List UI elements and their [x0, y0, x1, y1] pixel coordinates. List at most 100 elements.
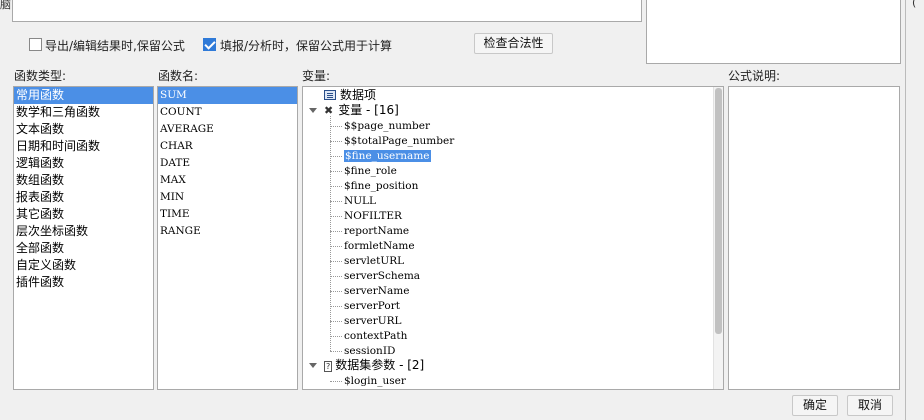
tree-connector	[330, 306, 342, 307]
fill-keep-formula-checkbox[interactable]	[203, 38, 216, 51]
func-type-list[interactable]: 常用函数 数学和三角函数 文本函数 日期和时间函数 逻辑函数 数组函数 报表函数 其它函数 层次…	[13, 86, 154, 390]
func-type-label: 函数类型:	[14, 69, 67, 83]
tree-connector	[330, 141, 342, 142]
func-name-item[interactable]: CHAR	[158, 138, 297, 155]
tree-node-label: NULL	[344, 195, 376, 207]
func-type-item[interactable]: 插件函数	[14, 274, 153, 291]
tree-dataset-param-item[interactable]: $login_user	[344, 373, 406, 388]
tree-node-label: servletURL	[344, 255, 405, 267]
tree-connector	[330, 381, 342, 382]
tree-variable-item[interactable]: serverSchema	[344, 268, 420, 283]
tree-node-label: contextPath	[344, 330, 408, 342]
func-name-label: 函数名:	[158, 69, 199, 83]
tree-scrollbar[interactable]	[713, 87, 723, 389]
tree-connector	[330, 231, 342, 232]
func-type-item[interactable]: 其它函数	[14, 206, 153, 223]
func-name-item[interactable]: SUM	[158, 87, 297, 104]
func-name-item[interactable]: RANGE	[158, 223, 297, 240]
top-right-edge-glyph: (	[912, 0, 917, 9]
tree-connector	[330, 261, 342, 262]
tree-node-label: $$page_number	[344, 120, 430, 132]
tree-node-label: serverSchema	[344, 270, 421, 282]
func-type-item[interactable]: 日期和时间函数	[14, 138, 153, 155]
tree-data-item[interactable]: 数据项	[324, 88, 376, 103]
tree-connector	[330, 186, 342, 187]
func-type-item[interactable]: 报表函数	[14, 189, 153, 206]
tree-variable-item[interactable]: serverName	[344, 283, 409, 298]
func-type-item[interactable]: 常用函数	[14, 87, 153, 104]
tree-connector	[330, 351, 342, 352]
tree-node-label: $fine_username	[344, 150, 431, 162]
func-name-item[interactable]: DATE	[158, 155, 297, 172]
tree-variable-item[interactable]: reportName	[344, 223, 409, 238]
func-name-list[interactable]: SUM COUNT AVERAGE CHAR DATE MAX MIN TIME RANGE	[157, 86, 298, 390]
func-name-item[interactable]: AVERAGE	[158, 121, 297, 138]
tree-node-label: $fine_role	[344, 165, 397, 177]
description-preview-box	[646, 0, 901, 64]
tree-node-label: formletName	[344, 240, 415, 252]
tree-variable-item[interactable]: $$totalPage_number	[344, 133, 454, 148]
export-keep-formula-checkbox[interactable]	[29, 38, 42, 51]
data-item-icon	[324, 90, 336, 100]
chevron-down-icon[interactable]	[309, 108, 317, 113]
ok-button[interactable]: 确定	[792, 395, 838, 416]
fill-keep-formula-label[interactable]: 填报/分析时，保留公式用于计算	[220, 37, 392, 54]
tree-node-label: NOFILTER	[344, 210, 402, 222]
func-name-item[interactable]: MIN	[158, 189, 297, 206]
tree-node-label: 数据集参数 - [2]	[335, 358, 425, 372]
func-type-item[interactable]: 全部函数	[14, 240, 153, 257]
tree-connector	[330, 156, 342, 157]
tree-node-label: reportName	[344, 225, 410, 237]
check-validity-button[interactable]: 检查合法性	[474, 33, 553, 54]
func-type-item[interactable]: 文本函数	[14, 121, 153, 138]
tree-connector	[330, 126, 342, 127]
func-name-item[interactable]: COUNT	[158, 104, 297, 121]
tree-node-label: $login_user	[344, 375, 406, 387]
description-panel	[728, 86, 900, 390]
func-name-item[interactable]: MAX	[158, 172, 297, 189]
tree-node-label: 变量 - [16]	[338, 103, 399, 117]
tree-variable-item[interactable]: serverURL	[344, 313, 402, 328]
func-type-item[interactable]: 数学和三角函数	[14, 104, 153, 121]
tree-variable-item[interactable]: $fine_role	[344, 163, 397, 178]
tree-variable-item[interactable]: formletName	[344, 238, 415, 253]
tree-variable-item[interactable]: serverPort	[344, 298, 400, 313]
tree-variable-item[interactable]: $fine_username	[344, 148, 431, 163]
tree-variable-item[interactable]: sessionID	[344, 343, 395, 358]
tree-variables-group[interactable]: ✖ 变量 - [16]	[309, 103, 399, 118]
formula-editor[interactable]	[12, 0, 642, 22]
tree-connector	[330, 246, 342, 247]
top-left-edge-glyph: 脑	[0, 0, 11, 11]
tree-variable-item[interactable]: NOFILTER	[344, 208, 402, 223]
func-type-item[interactable]: 逻辑函数	[14, 155, 153, 172]
tree-connector	[330, 216, 342, 217]
tree-node-label: $$totalPage_number	[344, 135, 455, 147]
tree-node-label: sessionID	[344, 345, 396, 357]
tree-connector	[330, 171, 342, 172]
chevron-down-icon[interactable]	[309, 363, 317, 368]
export-keep-formula-label[interactable]: 导出/编辑结果时,保留公式	[45, 37, 185, 54]
description-label: 公式说明:	[728, 69, 781, 83]
tree-variable-item[interactable]: contextPath	[344, 328, 407, 343]
tree-connector	[330, 276, 342, 277]
func-name-item[interactable]: TIME	[158, 206, 297, 223]
func-type-item[interactable]: 自定义函数	[14, 257, 153, 274]
dataset-param-icon: ?	[324, 361, 333, 372]
func-type-item[interactable]: 数组函数	[14, 172, 153, 189]
tree-variable-item[interactable]: $$page_number	[344, 118, 430, 133]
tree-variable-item[interactable]: $fine_position	[344, 178, 418, 193]
tree-connector	[330, 201, 342, 202]
tree-node-label: 数据项	[340, 88, 377, 102]
variable-tree[interactable]: 数据项 ✖ 变量 - [16] $$page_number $$totalPage_nu…	[302, 86, 724, 390]
tree-dataset-group[interactable]: ? 数据集参数 - [2]	[309, 358, 424, 373]
tree-scrollbar-thumb[interactable]	[715, 88, 722, 334]
right-edge-divider	[905, 0, 906, 420]
cancel-button[interactable]: 取消	[847, 395, 893, 416]
tree-node-label: $fine_position	[344, 180, 419, 192]
tree-variable-item[interactable]: NULL	[344, 193, 376, 208]
variable-label: 变量:	[302, 69, 331, 83]
tree-variable-item[interactable]: servletURL	[344, 253, 404, 268]
variable-group-icon: ✖	[324, 104, 334, 117]
func-type-item[interactable]: 层次坐标函数	[14, 223, 153, 240]
tree-node-label: serverName	[344, 285, 410, 297]
